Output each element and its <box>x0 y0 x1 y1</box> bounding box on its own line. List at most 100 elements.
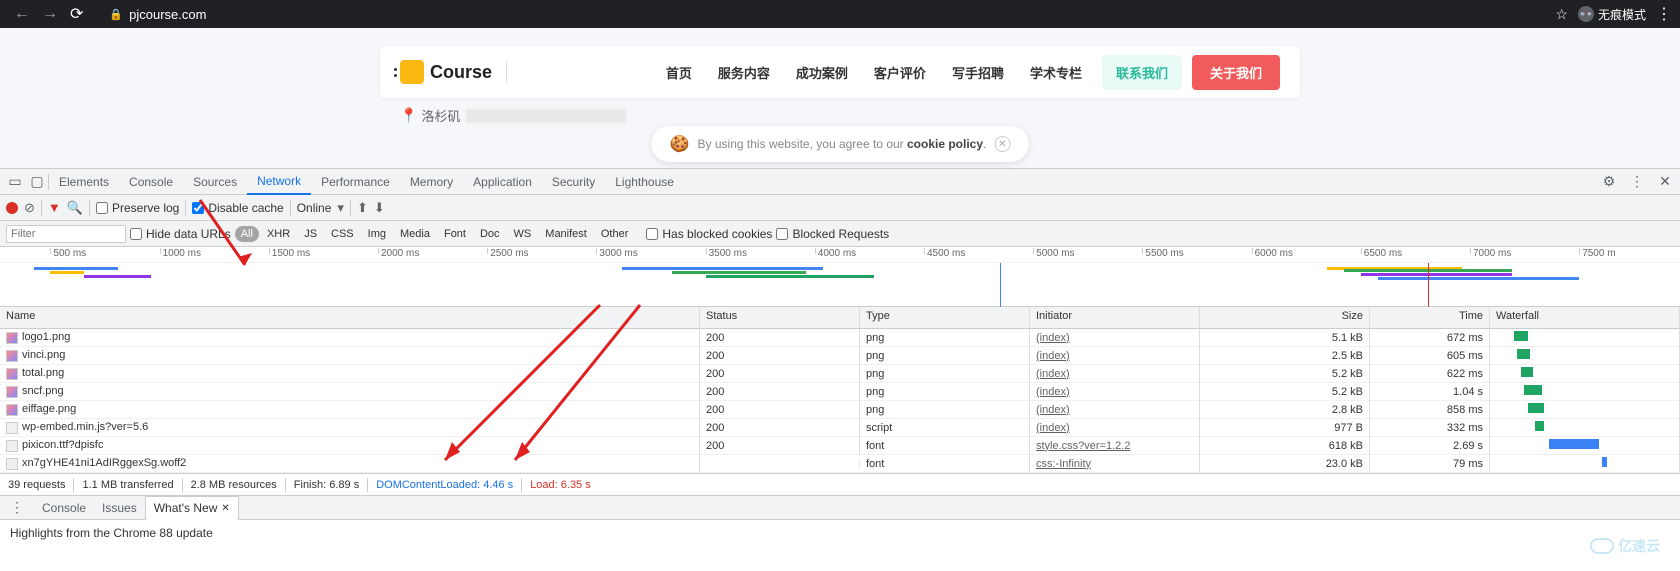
nav-item[interactable]: 成功案例 <box>796 63 848 82</box>
file-icon <box>6 440 18 452</box>
nav-item[interactable]: 客户评价 <box>874 63 926 82</box>
drawer-tab-console[interactable]: Console <box>34 496 94 520</box>
blocked-requests-checkbox[interactable]: Blocked Requests <box>776 227 889 241</box>
site-header: Course 首页 服务内容 成功案例 客户评价 写手招聘 学术专栏 联系我们 关于我们 <box>380 46 1300 98</box>
hide-data-urls-checkbox[interactable]: Hide data URLs <box>130 227 231 241</box>
table-row[interactable]: logo1.png200png(index)5.1 kB672 ms <box>0 329 1680 347</box>
nav-item[interactable]: 写手招聘 <box>952 63 1004 82</box>
drawer-tab-whatsnew[interactable]: What's New✕ <box>145 496 239 520</box>
chevron-down-icon[interactable]: ▾ <box>337 200 344 216</box>
menu-icon[interactable]: ⋮ <box>1656 4 1672 24</box>
file-icon <box>6 458 18 470</box>
blocked-cookies-checkbox[interactable]: Has blocked cookies <box>646 227 772 241</box>
network-table: Name Status Type Initiator Size Time Wat… <box>0 307 1680 474</box>
site-logo[interactable]: Course <box>400 60 492 84</box>
initiator-link[interactable]: (index) <box>1036 332 1070 344</box>
throttle-select[interactable]: Online <box>297 201 332 215</box>
blocked-requests-input[interactable] <box>776 228 788 240</box>
table-row[interactable]: pixicon.ttf?dpisfc200fontstyle.css?ver=1… <box>0 437 1680 455</box>
clear-icon[interactable]: ⊘ <box>24 200 35 216</box>
device-icon[interactable]: ▢ <box>26 171 48 193</box>
ruler-mark: 6500 ms <box>1361 248 1402 254</box>
initiator-link[interactable]: (index) <box>1036 422 1070 434</box>
filter-chip-font[interactable]: Font <box>438 226 472 242</box>
nav-item[interactable]: 服务内容 <box>718 63 770 82</box>
disable-cache-checkbox[interactable]: Disable cache <box>192 201 283 215</box>
close-icon[interactable]: ✕ <box>221 503 229 514</box>
ruler-mark: 3000 ms <box>596 248 637 254</box>
filter-chip-img[interactable]: Img <box>362 226 392 242</box>
tab-network[interactable]: Network <box>247 169 311 195</box>
table-row[interactable]: wp-embed.min.js?ver=5.6200script(index)9… <box>0 419 1680 437</box>
close-icon[interactable]: ✕ <box>994 136 1010 152</box>
cookie-policy-link[interactable]: cookie policy <box>907 137 983 151</box>
col-status[interactable]: Status <box>700 307 860 328</box>
table-row[interactable]: sncf.png200png(index)5.2 kB1.04 s <box>0 383 1680 401</box>
drawer-tab-issues[interactable]: Issues <box>94 496 145 520</box>
tab-elements[interactable]: Elements <box>49 169 119 195</box>
about-button[interactable]: 关于我们 <box>1192 55 1280 90</box>
hide-data-input[interactable] <box>130 228 142 240</box>
tab-application[interactable]: Application <box>463 169 542 195</box>
timeline-overview[interactable]: 500 ms1000 ms1500 ms2000 ms2500 ms3000 m… <box>0 247 1680 307</box>
reload-icon[interactable]: ⟳ <box>70 4 83 24</box>
filter-chip-ws[interactable]: WS <box>508 226 538 242</box>
logo-text: Course <box>430 62 492 83</box>
table-row[interactable]: vinci.png200png(index)2.5 kB605 ms <box>0 347 1680 365</box>
filter-input[interactable] <box>6 225 126 243</box>
bookmark-icon[interactable]: ☆ <box>1555 6 1568 23</box>
table-row[interactable]: total.png200png(index)5.2 kB622 ms <box>0 365 1680 383</box>
initiator-link[interactable]: style.css?ver=1.2.2 <box>1036 440 1130 452</box>
filter-chip-all[interactable]: All <box>235 226 259 242</box>
initiator-link[interactable]: (index) <box>1036 350 1070 362</box>
filter-chip-media[interactable]: Media <box>394 226 436 242</box>
table-row[interactable]: xn7gYHE41ni1AdIRggexSg.woff2fontcss:-Inf… <box>0 455 1680 473</box>
ruler-mark: 5000 ms <box>1033 248 1074 254</box>
filter-chip-css[interactable]: CSS <box>325 226 360 242</box>
filter-chip-xhr[interactable]: XHR <box>261 226 296 242</box>
location-text: 洛杉矶 <box>421 106 460 125</box>
contact-button[interactable]: 联系我们 <box>1102 55 1182 90</box>
preserve-log-input[interactable] <box>96 202 108 214</box>
forward-icon[interactable]: → <box>42 5 58 23</box>
col-size[interactable]: Size <box>1200 307 1370 328</box>
more-icon[interactable]: ⋮ <box>1626 171 1648 193</box>
initiator-link[interactable]: (index) <box>1036 368 1070 380</box>
blocked-cookies-input[interactable] <box>646 228 658 240</box>
filter-chip-manifest[interactable]: Manifest <box>539 226 593 242</box>
close-devtools-icon[interactable]: ✕ <box>1654 171 1676 193</box>
preserve-log-checkbox[interactable]: Preserve log <box>96 201 179 215</box>
col-type[interactable]: Type <box>860 307 1030 328</box>
disable-cache-input[interactable] <box>192 202 204 214</box>
tab-security[interactable]: Security <box>542 169 605 195</box>
record-button[interactable] <box>6 202 18 214</box>
tab-lighthouse[interactable]: Lighthouse <box>605 169 684 195</box>
filter-icon[interactable]: ▼ <box>48 200 61 215</box>
nav-item[interactable]: 学术专栏 <box>1030 63 1082 82</box>
filter-chip-js[interactable]: JS <box>298 226 323 242</box>
back-icon[interactable]: ← <box>14 5 30 23</box>
filter-chip-doc[interactable]: Doc <box>474 226 506 242</box>
tab-sources[interactable]: Sources <box>183 169 247 195</box>
initiator-link[interactable]: (index) <box>1036 386 1070 398</box>
search-icon[interactable]: 🔍 <box>67 200 83 216</box>
tab-console[interactable]: Console <box>119 169 183 195</box>
initiator-link[interactable]: (index) <box>1036 404 1070 416</box>
inspect-icon[interactable]: ▭ <box>4 171 26 193</box>
upload-icon[interactable]: ⬆ <box>357 200 368 216</box>
col-initiator[interactable]: Initiator <box>1030 307 1200 328</box>
filter-chip-other[interactable]: Other <box>595 226 635 242</box>
tab-performance[interactable]: Performance <box>311 169 400 195</box>
initiator-link[interactable]: css:-Infinity <box>1036 458 1091 470</box>
drawer-menu-icon[interactable]: ⋮ <box>6 497 28 519</box>
download-icon[interactable]: ⬇ <box>374 200 385 216</box>
col-name[interactable]: Name <box>0 307 700 328</box>
col-time[interactable]: Time <box>1370 307 1490 328</box>
tab-memory[interactable]: Memory <box>400 169 463 195</box>
table-row[interactable]: eiffage.png200png(index)2.8 kB858 ms <box>0 401 1680 419</box>
col-waterfall[interactable]: Waterfall <box>1490 307 1680 328</box>
nav-item[interactable]: 首页 <box>666 63 692 82</box>
page-content: Course 首页服务内容成功案例客户评价写手招聘学术专栏 联系我们 关于我们 … <box>0 28 1680 168</box>
settings-icon[interactable]: ⚙ <box>1598 171 1620 193</box>
address-bar[interactable]: 🔒 pjcourse.com <box>99 3 499 25</box>
